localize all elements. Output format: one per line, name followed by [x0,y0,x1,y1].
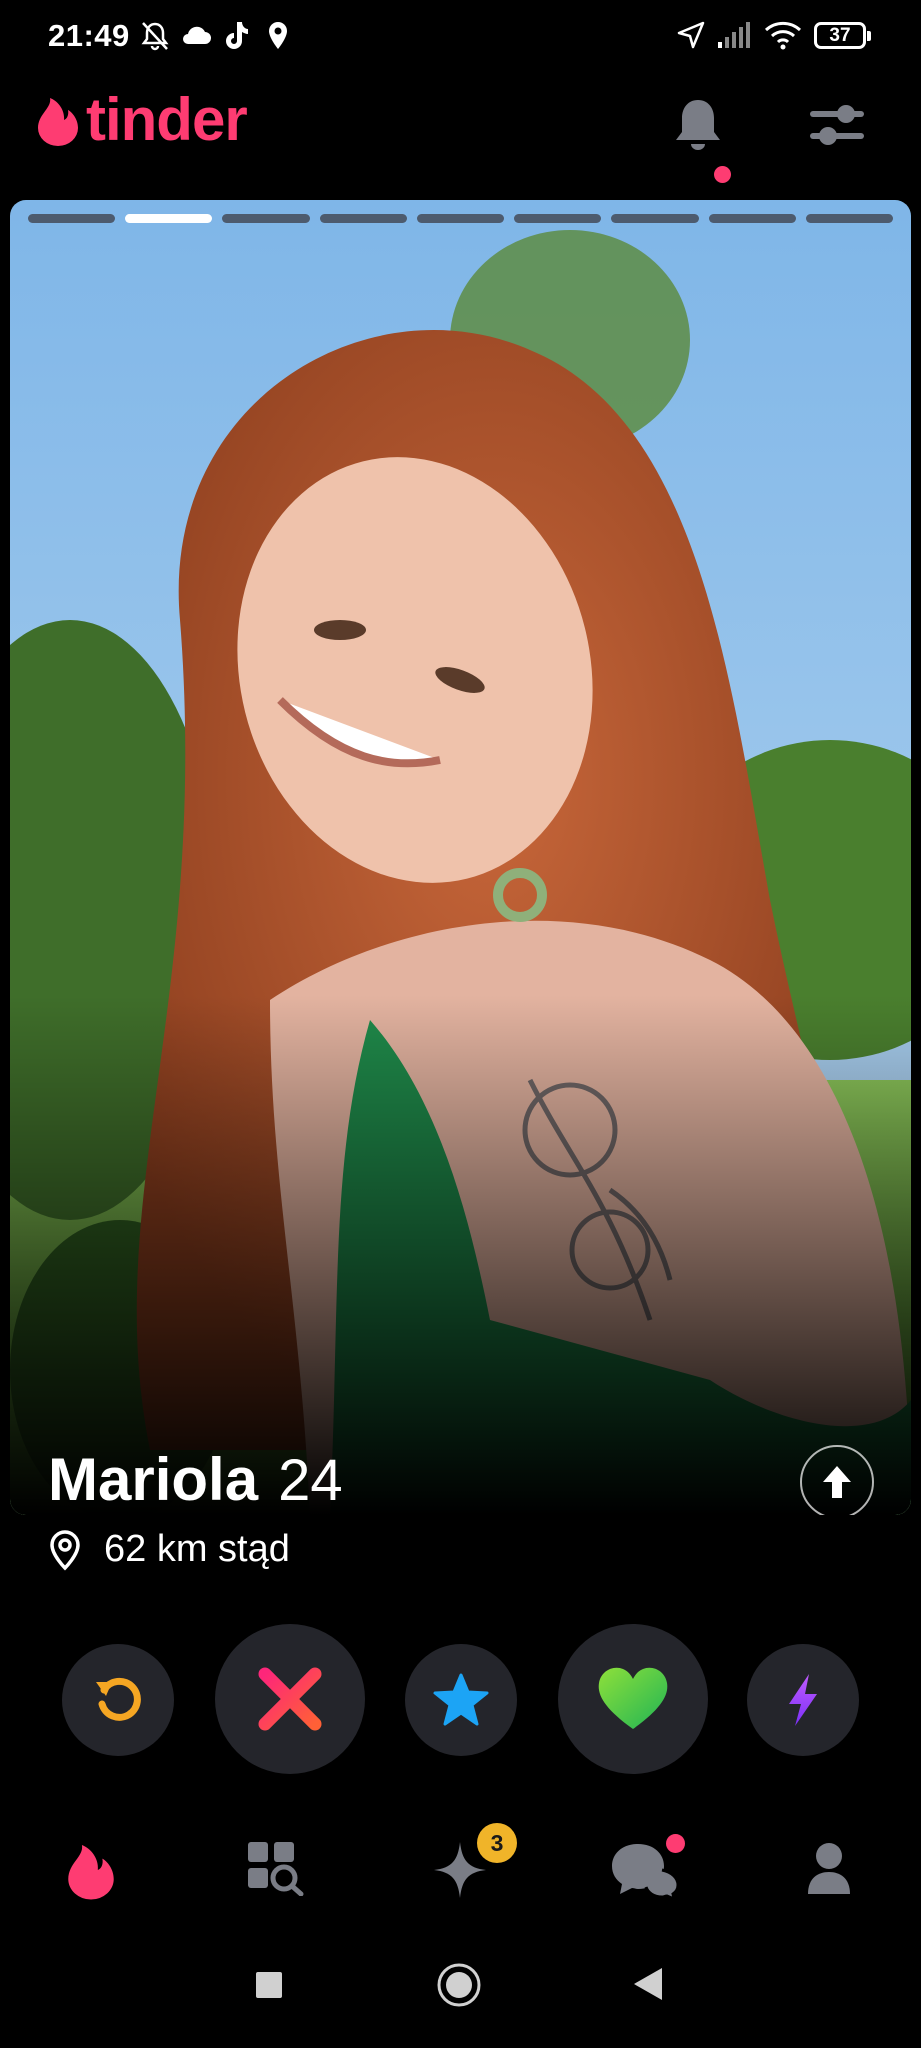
home-circle-icon[interactable] [436,1962,482,2008]
photo-progress-segment[interactable] [222,214,310,223]
notification-bell-icon[interactable] [670,92,726,162]
status-bar: 21:49 37 [0,0,921,72]
star-icon [433,1673,489,1726]
photo-progress-segment[interactable] [514,214,602,223]
status-time: 21:49 [48,18,130,53]
arrow-up-icon [823,1466,851,1498]
photo-gradient [10,995,911,1515]
app-header: tinder [0,80,921,183]
likes-badge: 3 [477,1823,517,1863]
photo-progress-segment[interactable] [611,214,699,223]
nav-explore-grid-icon[interactable] [246,1840,304,1896]
bottom-nav [0,1820,921,1920]
location-arrow-icon [677,21,705,49]
tiktok-icon [226,22,248,49]
profile-name-row[interactable]: Mariola 24 [48,1445,343,1514]
location-pin-icon [50,1529,80,1570]
logo-text: tinder [86,86,248,153]
cloud-icon [183,26,211,44]
nope-button[interactable] [215,1624,365,1774]
location-pin-icon [269,22,287,49]
filter-sliders-icon[interactable] [808,98,866,152]
boost-button[interactable] [747,1644,859,1756]
tinder-logo[interactable]: tinder [36,86,248,153]
photo-progress-segment[interactable] [416,214,505,223]
notification-dot [714,166,731,183]
nav-profile-person-icon[interactable] [806,1840,852,1896]
profile-age: 24 [278,1448,343,1513]
back-triangle-icon[interactable] [632,1966,664,2002]
open-profile-button[interactable] [800,1445,874,1515]
system-nav-bar [0,1950,921,2040]
mute-bell-icon [141,22,169,51]
lightning-icon [789,1674,817,1726]
nav-home-flame-icon[interactable] [66,1840,116,1900]
recents-square-icon[interactable] [254,1970,284,2000]
flame-icon [38,98,78,146]
distance-text: 62 km stąd [104,1528,290,1570]
photo-progress-segment[interactable] [805,214,893,223]
rewind-button[interactable] [62,1644,174,1756]
x-icon [258,1667,322,1731]
photo-progress-segment[interactable] [28,214,116,223]
wifi-icon [764,21,802,50]
rewind-icon [96,1677,141,1721]
photo-progress-segment[interactable] [708,214,796,223]
photo-progress-bar [28,214,893,223]
photo-progress-segment-active[interactable] [125,214,213,223]
super-like-button[interactable] [405,1644,517,1756]
profile-name: Mariola [48,1446,259,1513]
profile-distance: 62 km stąd [48,1528,290,1571]
signal-icon [718,22,750,48]
heart-icon [598,1667,668,1729]
battery-icon: 37 [814,22,871,49]
profile-card[interactable]: Mariola 24 [10,200,911,1515]
action-bar [0,1620,921,1780]
photo-progress-segment[interactable] [319,214,407,223]
like-button[interactable] [558,1624,708,1774]
messages-dot [666,1834,685,1853]
